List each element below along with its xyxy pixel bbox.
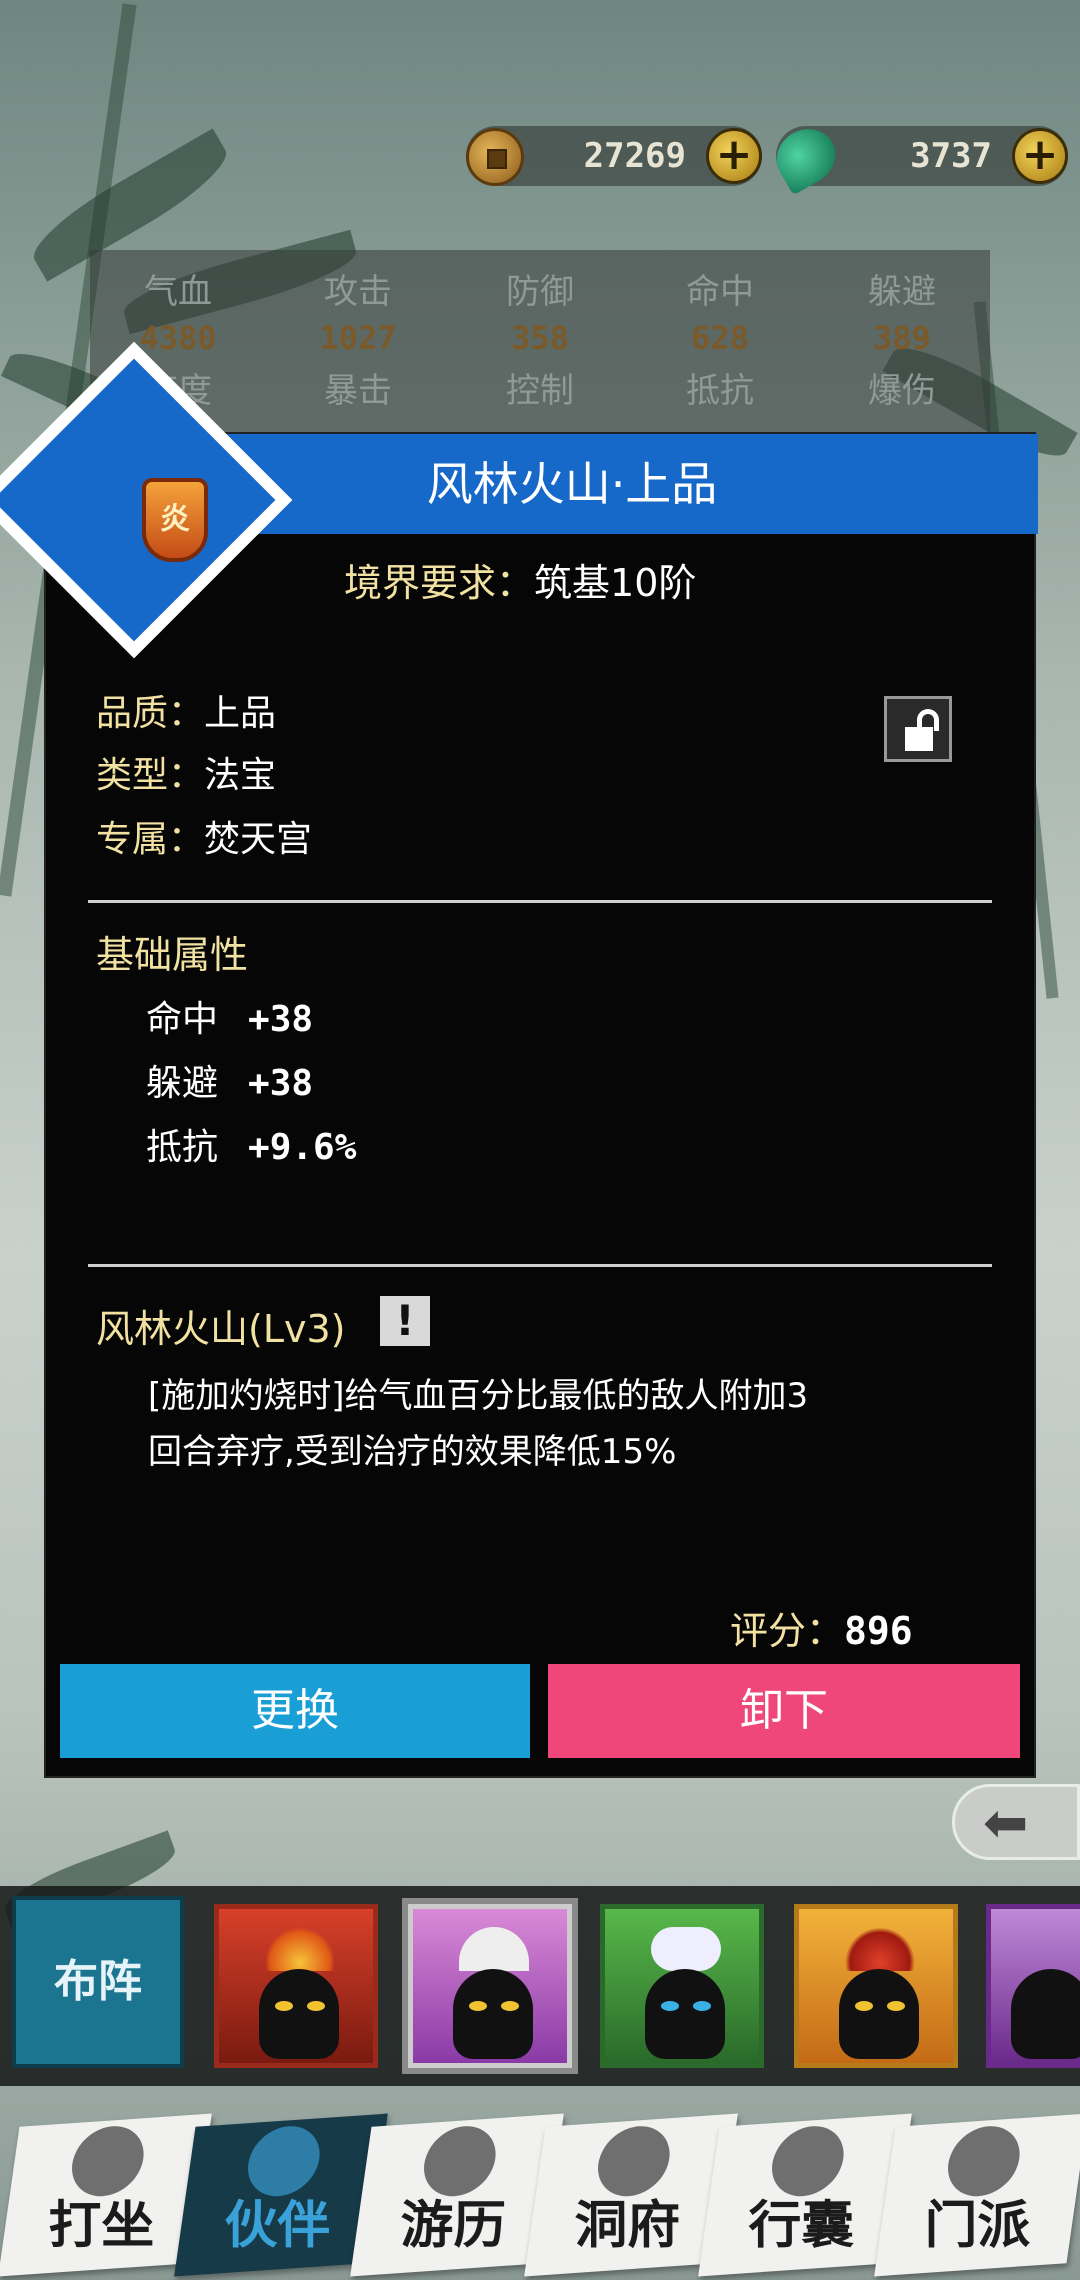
item-title: 风林火山·上品 xyxy=(426,457,718,511)
divider xyxy=(88,900,992,903)
coin-icon xyxy=(466,128,524,186)
add-coins-button[interactable]: + xyxy=(706,128,762,184)
hero-portrait-1[interactable] xyxy=(214,1904,378,2068)
hero-portrait-3[interactable] xyxy=(600,1904,764,2068)
hero-portrait-2-selected[interactable] xyxy=(408,1904,572,2068)
stat-defense: 防御 358 控制 xyxy=(506,272,574,411)
attr-resist: 抵抗 +9.6% xyxy=(146,1127,357,1168)
character-stats-panel: 气血4380 速度 攻击1027 暴击 防御358 控制 命中628 抵抗 躲避… xyxy=(90,250,990,440)
requirement: 境界要求：筑基10阶 xyxy=(344,561,697,605)
divider xyxy=(88,1264,992,1267)
jade-counter: 3737 + xyxy=(766,118,1068,196)
quality-row: 品质：上品 xyxy=(96,693,277,734)
bottom-nav: 打坐 伙伴 游历 洞府 行囊 门派 xyxy=(0,2106,1080,2280)
add-jade-button[interactable]: + xyxy=(1012,128,1068,184)
info-icon[interactable]: ! xyxy=(380,1296,430,1346)
attr-hit: 命中 +38 xyxy=(146,999,314,1040)
skill-description: [施加灼烧时]给气血百分比最低的敌人附加3 回合弃疗,受到治疗的效果降低15% xyxy=(148,1376,809,1472)
coin-counter: 27269 + xyxy=(466,124,762,188)
back-arrow-button[interactable] xyxy=(952,1784,1080,1860)
stat-attack: 攻击 1027 暴击 xyxy=(319,272,397,411)
score: 评分：896 xyxy=(730,1609,913,1653)
skill-name: 风林火山(Lv3) xyxy=(96,1307,346,1351)
hero-portrait-5[interactable] xyxy=(986,1904,1080,2068)
unequip-button[interactable]: 卸下 xyxy=(548,1664,1020,1758)
exclusive-row: 专属：焚天宫 xyxy=(96,819,313,860)
nav-sect[interactable]: 门派 xyxy=(874,2113,1080,2277)
attr-dodge: 躲避 +38 xyxy=(146,1063,314,1104)
stat-dodge: 躲避 389 爆伤 xyxy=(868,272,936,411)
type-row: 类型：法宝 xyxy=(96,755,277,796)
fire-emblem-icon: 炎 xyxy=(142,478,208,562)
formation-button[interactable]: 布阵 xyxy=(12,1896,184,2068)
base-attributes-title: 基础属性 xyxy=(96,933,249,977)
replace-button[interactable]: 更换 xyxy=(60,1664,530,1758)
stat-hit: 命中 628 抵抗 xyxy=(686,272,754,411)
unlock-icon[interactable] xyxy=(884,696,952,762)
hero-portrait-4[interactable] xyxy=(794,1904,958,2068)
